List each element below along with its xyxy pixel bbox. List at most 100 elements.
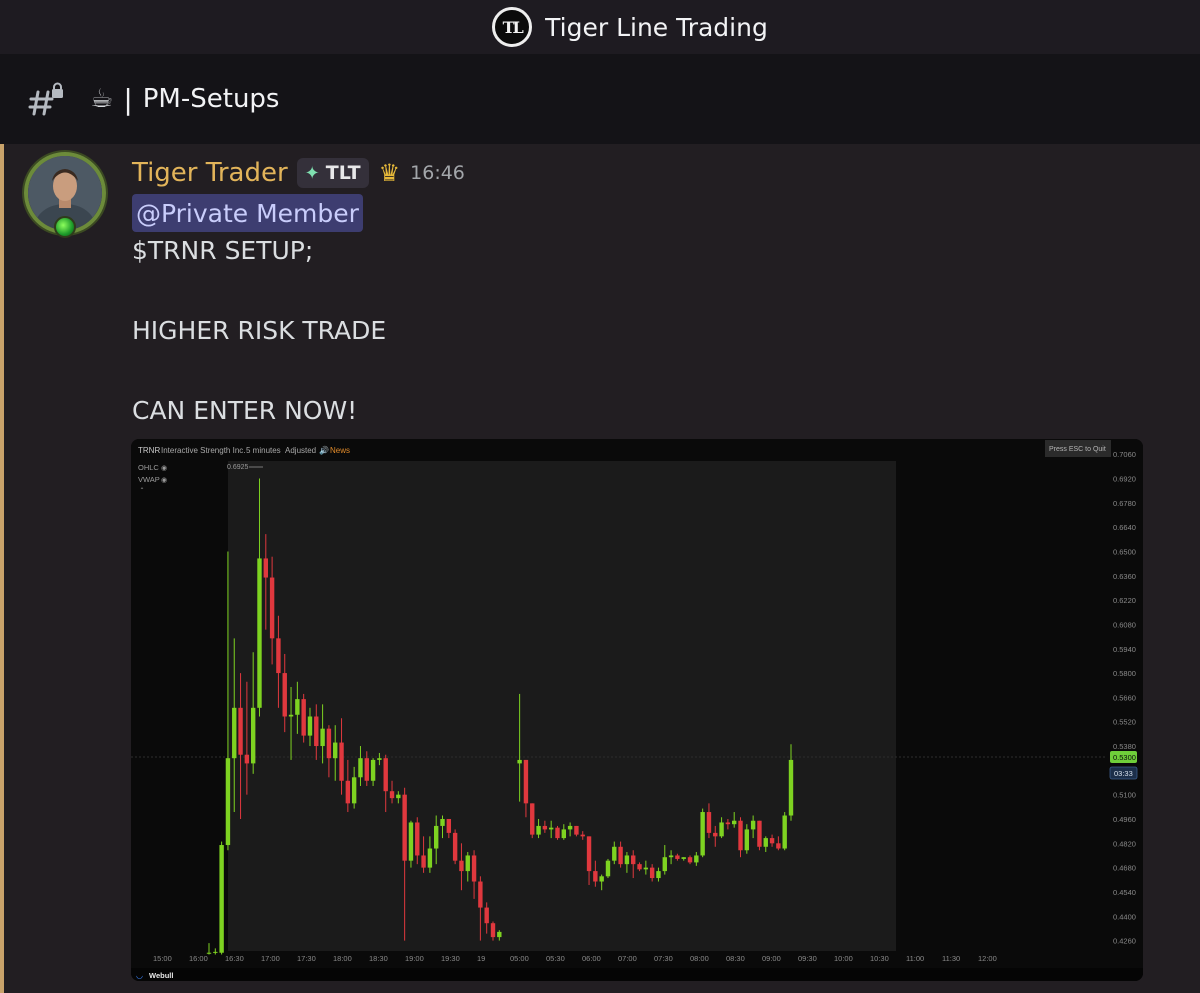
candle-body — [618, 846, 623, 865]
y-tick-label: 0.4680 — [1113, 864, 1136, 873]
candle-body — [776, 843, 781, 849]
candle-body — [288, 714, 294, 717]
x-tick-label: 18:30 — [369, 954, 388, 963]
collapse-chevron-icon[interactable]: ˆ — [140, 486, 144, 496]
chart-attachment[interactable]: TRNR Interactive Strength Inc. 5 minutes… — [131, 439, 1143, 981]
candle-body — [782, 815, 787, 849]
candle-body — [750, 820, 756, 830]
y-tick-label: 0.6220 — [1113, 596, 1136, 605]
candle-body — [358, 758, 363, 778]
brand: Webull — [149, 971, 173, 980]
candle-body — [593, 871, 598, 882]
candle-body — [649, 867, 655, 879]
candle-body — [599, 876, 604, 882]
candle-body — [555, 827, 560, 839]
server-logo-text: TL — [502, 17, 524, 37]
candle-body — [339, 742, 344, 781]
server-logo[interactable]: TL — [492, 7, 533, 47]
x-tick-label: 09:30 — [798, 954, 817, 963]
x-tick-label: 06:00 — [582, 954, 601, 963]
x-tick-label: 17:00 — [261, 954, 280, 963]
eye-icon[interactable]: ◉ — [161, 464, 167, 472]
y-tick-label: 0.5940 — [1113, 645, 1136, 654]
x-tick-label: 11:00 — [906, 954, 924, 963]
candle-body — [668, 855, 674, 858]
y-tick-label: 0.6780 — [1113, 499, 1136, 508]
channel-header: ☕ | PM-Setups — [0, 54, 1200, 144]
candle-body — [586, 836, 592, 872]
x-tick-label: 19:30 — [441, 954, 460, 963]
candle-body — [465, 855, 470, 872]
candle-body — [377, 758, 382, 760]
y-tick-label: 0.6500 — [1113, 547, 1136, 556]
candle-body — [244, 754, 250, 764]
indicator-ohlc[interactable]: OHLC — [138, 463, 159, 472]
candle-body — [478, 881, 483, 908]
candle-body — [408, 822, 414, 861]
candle-body — [225, 758, 231, 846]
chart-company: Interactive Strength Inc. — [161, 446, 246, 455]
y-tick-label: 0.6360 — [1113, 572, 1136, 581]
candle-body — [788, 759, 794, 816]
x-tick-label: 15:00 — [153, 954, 172, 963]
coffee-cup-icon: ☕ — [90, 84, 114, 114]
session-area — [228, 461, 896, 951]
candle-body — [763, 838, 768, 847]
y-tick-label: 0.4540 — [1113, 888, 1136, 897]
candle-body — [612, 846, 617, 861]
y-tick-label: 0.6080 — [1113, 620, 1136, 629]
chart-interval[interactable]: 5 minutes — [246, 446, 281, 455]
high-marker: 0.6925 — [227, 464, 249, 471]
server-tag[interactable]: ✦ TLT — [296, 158, 369, 188]
candle-body — [681, 857, 686, 859]
channel-name: PM-Setups — [142, 84, 280, 114]
x-tick-label: 11:30 — [942, 954, 960, 963]
y-axis: 0.7060 0.6920 0.6780 0.6640 0.6500 0.6360 0.62… — [1113, 450, 1136, 945]
message-header: Tiger Trader ✦ TLT ♛ 16:46 — [132, 156, 465, 190]
candle-body — [307, 716, 313, 736]
chart-news[interactable]: News — [330, 446, 350, 455]
message-line-3: CAN ENTER NOW! — [132, 396, 358, 425]
candle-body — [536, 825, 541, 835]
y-tick-label: 0.6920 — [1113, 475, 1136, 484]
candle-body — [250, 707, 256, 764]
candle-body — [574, 825, 579, 835]
y-tick-label: 0.6640 — [1113, 523, 1136, 532]
message-line-1: $TRNR SETUP; — [132, 236, 314, 265]
chart-adjusted[interactable]: Adjusted — [285, 446, 316, 455]
avatar-decoration-icon — [54, 216, 76, 238]
candle-body — [567, 825, 573, 830]
timestamp[interactable]: 16:46 — [410, 162, 465, 184]
candle-body — [282, 673, 287, 717]
candle-body — [656, 871, 661, 879]
candle-body — [605, 860, 611, 877]
y-tick-label: 0.5660 — [1113, 693, 1136, 702]
chart-symbol: TRNR — [138, 446, 160, 455]
server-name[interactable]: Tiger Line Trading — [545, 13, 768, 42]
candle-body — [415, 822, 420, 856]
y-tick-label: 0.5520 — [1113, 718, 1136, 727]
candle-body — [206, 952, 212, 954]
x-tick-label: 16:30 — [225, 954, 244, 963]
candle-body — [276, 638, 281, 674]
eye-icon[interactable]: ◉ — [161, 476, 167, 484]
candle-body — [446, 818, 452, 833]
candle-body — [396, 794, 401, 799]
candle-body — [333, 742, 338, 759]
webull-logo-icon: ◡ — [136, 971, 143, 980]
indicator-vwap[interactable]: VWAP — [138, 475, 160, 484]
y-tick-label: 0.4820 — [1113, 839, 1136, 848]
candle-body — [769, 838, 775, 844]
y-tick-label: 0.5380 — [1113, 742, 1136, 751]
last-price: 0.5300 — [1113, 753, 1136, 762]
x-tick-label: 12:00 — [978, 954, 997, 963]
candle-body — [427, 848, 433, 868]
candle-body — [548, 827, 554, 830]
candle-body — [523, 759, 529, 804]
candle-body — [580, 834, 585, 837]
author-name[interactable]: Tiger Trader — [132, 158, 288, 188]
candle-body — [700, 812, 705, 856]
role-mention[interactable]: @Private Member — [132, 194, 363, 232]
candle-body — [624, 855, 630, 865]
candle-body — [662, 857, 667, 872]
